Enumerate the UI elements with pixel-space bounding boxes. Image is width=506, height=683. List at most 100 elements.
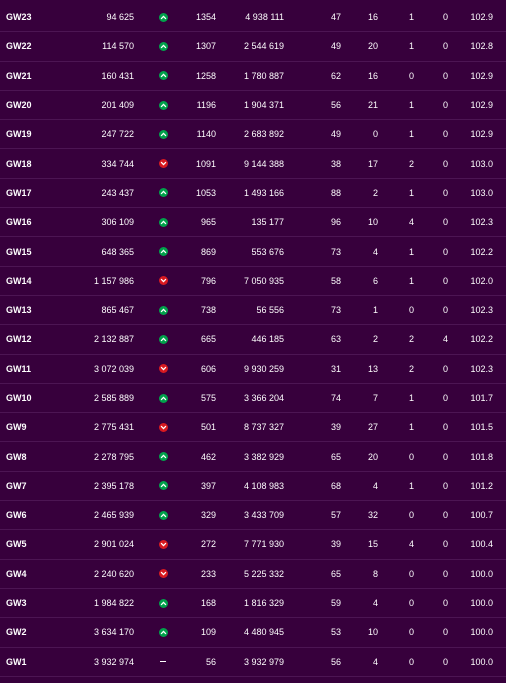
overall-rank: 114 570: [102, 41, 134, 52]
squad-value: 100.4: [470, 539, 493, 550]
transfer-cost: 0: [442, 100, 448, 111]
overall-rank: 2 395 178: [93, 480, 134, 491]
points-total: 7 050 935: [243, 275, 284, 286]
gameweek-points: 57: [330, 510, 341, 521]
points-on-bench: 20: [367, 41, 378, 52]
transfer-cost: 0: [442, 129, 448, 140]
gameweek-label: GW7: [6, 480, 27, 491]
transfer-cost: 0: [442, 363, 448, 374]
rank-movement-icon: [157, 62, 169, 90]
points-on-bench: 0: [372, 129, 378, 140]
transfers: 4: [408, 217, 414, 228]
squad-value: 103.0: [470, 158, 493, 169]
arrow-up-icon: [158, 305, 168, 315]
transfers: 1: [408, 100, 414, 111]
table-row: GW3 1 984 822 168 1 816 329 59 4 0 0 100.0: [0, 589, 506, 619]
gameweek-label: GW19: [6, 129, 32, 140]
transfers: 0: [408, 568, 414, 579]
overall-rank: 2 901 024: [93, 539, 134, 550]
points-on-bench: 16: [367, 70, 378, 81]
gameweek-points: 65: [330, 568, 341, 579]
gameweek-label: GW13: [6, 305, 32, 316]
table-row: GW11 3 072 039 606 9 930 259 31 13 2 0 102.3: [0, 355, 506, 384]
overall-rank: 334 744: [101, 158, 134, 169]
arrow-down-icon: [158, 159, 168, 169]
transfer-cost: 0: [442, 598, 448, 609]
gameweek-label: GW1: [6, 656, 27, 667]
gameweek-rank: 575: [200, 393, 216, 403]
points-on-bench: 2: [372, 187, 378, 198]
points-total: 1 904 371: [243, 100, 284, 111]
squad-value: 102.8: [470, 41, 493, 52]
points-on-bench: 4: [372, 656, 378, 667]
gameweek-points: 58: [330, 275, 341, 286]
overall-rank: 1 984 822: [93, 598, 134, 609]
points-on-bench: 4: [372, 598, 378, 609]
transfers: 1: [408, 480, 414, 491]
transfer-cost: 0: [442, 70, 448, 81]
gameweek-label: GW3: [6, 598, 27, 609]
rank-movement-icon: [157, 208, 169, 236]
transfer-cost: 0: [442, 539, 448, 550]
transfers: 2: [408, 334, 414, 345]
arrow-up-icon: [158, 452, 168, 462]
points-on-bench: 17: [367, 158, 378, 169]
table-body: GW23 94 625 1354 4 938 111 47 16 1 0 102.9 GW22 11…: [0, 3, 506, 677]
arrow-down-icon: [158, 539, 168, 549]
transfer-cost: 0: [442, 187, 448, 198]
transfers: 1: [408, 12, 414, 23]
rank-movement-icon: [157, 472, 169, 500]
dash-icon: [159, 657, 168, 666]
gameweek-points: 56: [330, 100, 341, 111]
table-row: GW16 306 109 965 135 177 96 10 4 0 102.3: [0, 208, 506, 238]
gameweek-label: GW5: [6, 539, 27, 550]
table-row: GW15 648 365 869 553 676 73 4 1 0 102.2: [0, 237, 506, 267]
rank-movement-icon: [157, 560, 169, 588]
overall-rank: 2 240 620: [93, 568, 134, 579]
rank-movement-icon: [157, 296, 169, 324]
gameweek-points: 62: [330, 70, 341, 81]
points-on-bench: 16: [367, 12, 378, 23]
rank-movement-icon: [157, 384, 169, 412]
transfers: 0: [408, 451, 414, 462]
overall-rank: 2 278 795: [93, 451, 134, 462]
gameweek-points: 63: [330, 334, 341, 345]
gameweek-points: 38: [330, 158, 341, 169]
points-total: 135 177: [251, 217, 284, 228]
transfers: 1: [408, 41, 414, 52]
squad-value: 100.7: [470, 510, 493, 521]
rank-movement-icon: [157, 120, 169, 148]
gameweek-points: 49: [330, 41, 341, 52]
squad-value: 102.3: [470, 305, 493, 316]
arrow-up-icon: [158, 129, 168, 139]
overall-rank: 306 109: [101, 217, 134, 228]
points-on-bench: 32: [367, 510, 378, 521]
gameweek-rank: 1307: [195, 41, 216, 52]
arrow-up-icon: [158, 481, 168, 491]
overall-rank: 243 437: [101, 187, 134, 198]
arrow-up-icon: [158, 188, 168, 198]
points-total: 553 676: [251, 246, 284, 257]
gameweek-label: GW4: [6, 568, 27, 579]
squad-value: 102.9: [470, 129, 493, 140]
transfers: 0: [408, 627, 414, 638]
transfer-cost: 0: [442, 510, 448, 521]
gameweek-label: GW6: [6, 510, 27, 521]
points-on-bench: 10: [367, 217, 378, 228]
points-on-bench: 4: [372, 246, 378, 257]
rank-movement-icon: [157, 648, 169, 676]
gameweek-rank: 462: [200, 451, 216, 462]
gameweek-label: GW16: [6, 217, 32, 228]
gameweek-label: GW17: [6, 187, 32, 198]
gameweek-label: GW20: [6, 100, 32, 111]
rank-movement-icon: [157, 179, 169, 207]
transfers: 1: [408, 275, 414, 286]
gameweek-points: 88: [330, 187, 341, 198]
gameweek-rank: 233: [200, 568, 216, 579]
points-on-bench: 27: [367, 422, 378, 433]
table-row: GW18 334 744 1091 9 144 388 38 17 2 0 103.0: [0, 149, 506, 179]
squad-value: 102.9: [470, 12, 493, 23]
gameweek-label: GW21: [6, 70, 32, 81]
transfer-cost: 0: [442, 158, 448, 169]
arrow-up-icon: [158, 12, 168, 22]
